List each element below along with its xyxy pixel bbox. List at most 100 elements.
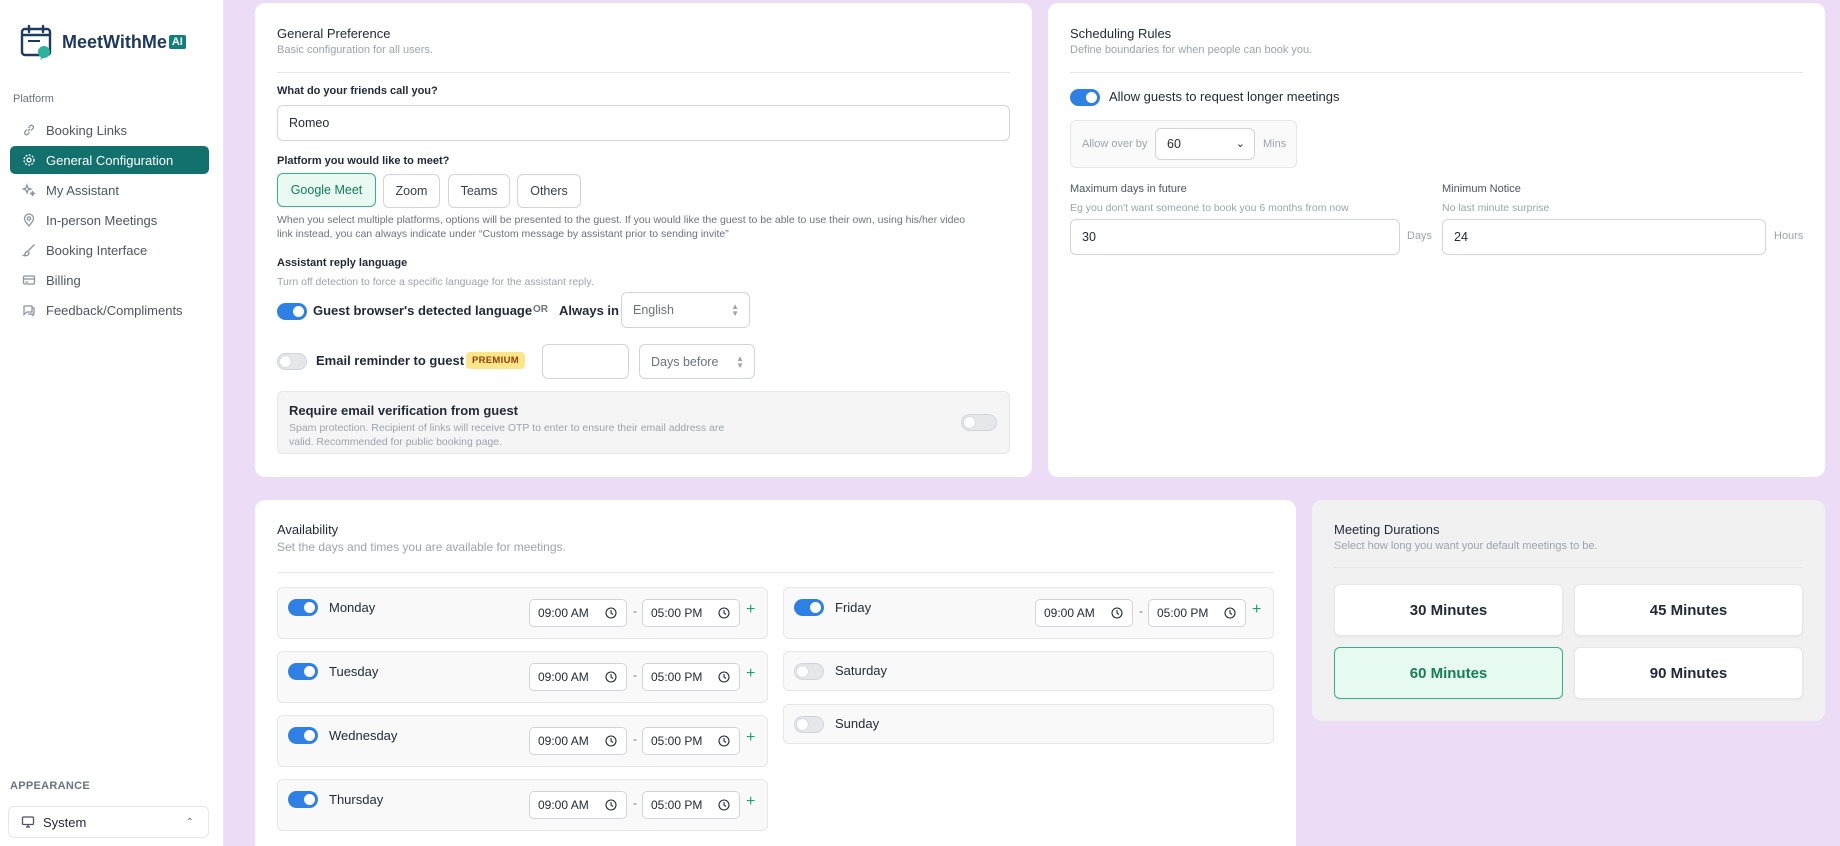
day-row-friday: Friday 09:00 AM - 05:00 PM + [783, 587, 1274, 639]
clock-icon [1224, 607, 1236, 619]
platform-label: Platform you would like to meet? [277, 155, 450, 167]
time-value: 05:00 PM [651, 670, 703, 684]
app-logo[interactable]: MeetWithMe AI [20, 24, 186, 60]
wednesday-start-time[interactable]: 09:00 AM [529, 727, 627, 755]
wednesday-end-time[interactable]: 05:00 PM [642, 727, 740, 755]
day-name: Thursday [329, 792, 384, 807]
day-name: Wednesday [329, 728, 398, 743]
sparkle-icon [22, 183, 36, 197]
sidebar-item-booking-interface[interactable]: Booking Interface [10, 236, 209, 264]
saturday-toggle[interactable] [794, 663, 824, 680]
sidebar-item-in-person-meetings[interactable]: In-person Meetings [10, 206, 209, 234]
time-separator: - [1139, 604, 1143, 618]
link-icon [22, 123, 36, 137]
add-slot-button[interactable]: + [746, 665, 755, 683]
day-name: Sunday [835, 716, 880, 731]
thursday-end-time[interactable]: 05:00 PM [642, 791, 740, 819]
tuesday-end-time[interactable]: 05:00 PM [642, 663, 740, 691]
always-in-label: Always in [559, 303, 619, 318]
longer-meetings-toggle[interactable] [1070, 89, 1100, 106]
max-days-input[interactable]: 30 [1070, 219, 1400, 255]
day-row-thursday: Thursday 09:00 AM - 05:00 PM + [277, 779, 768, 831]
friday-start-time[interactable]: 09:00 AM [1035, 599, 1133, 627]
duration-option-60[interactable]: 60 Minutes [1334, 647, 1563, 699]
email-verification-title: Require email verification from guest [289, 403, 519, 418]
wednesday-toggle[interactable] [288, 727, 318, 744]
general-preference-subtitle: Basic configuration for all users. [277, 44, 433, 56]
add-slot-button[interactable]: + [746, 601, 755, 619]
email-verification-hint-line-2: valid. Recommended for public booking pa… [289, 436, 503, 448]
sidebar-item-my-assistant[interactable]: My Assistant [10, 176, 209, 204]
day-name: Monday [329, 600, 376, 615]
platform-google-meet[interactable]: Google Meet [277, 173, 376, 207]
calendar-logo-icon [20, 24, 52, 60]
email-verification-hint-line-1: Spam protection. Recipient of links will… [289, 422, 725, 434]
platform-teams[interactable]: Teams [448, 174, 510, 208]
max-days-label: Maximum days in future [1070, 183, 1187, 195]
reminder-unit-select[interactable]: Days before ▲ ▼ [639, 344, 755, 379]
notice-label: Minimum Notice [1442, 183, 1521, 195]
friday-toggle[interactable] [794, 599, 824, 616]
day-name: Saturday [835, 663, 888, 678]
duration-option-30[interactable]: 30 Minutes [1334, 584, 1563, 636]
add-slot-button[interactable]: + [746, 729, 755, 747]
availability-subtitle: Set the days and times you are available… [277, 540, 566, 554]
email-reminder-toggle[interactable] [277, 353, 307, 370]
reminder-days-input[interactable] [542, 344, 629, 379]
sunday-toggle[interactable] [794, 716, 824, 733]
clock-icon [605, 735, 617, 747]
monday-start-time[interactable]: 09:00 AM [529, 599, 627, 627]
notice-input[interactable]: 24 [1442, 219, 1766, 255]
platform-zoom[interactable]: Zoom [383, 174, 440, 208]
day-row-monday: Monday 09:00 AM - 05:00 PM + [277, 587, 768, 639]
availability-card: Availability Set the days and times you … [255, 500, 1296, 846]
detect-language-toggle[interactable] [277, 303, 307, 320]
sidebar-item-booking-links[interactable]: Booking Links [10, 116, 209, 144]
time-value: 05:00 PM [1157, 606, 1209, 620]
premium-badge: PREMIUM [466, 352, 525, 369]
appearance-value: System [43, 814, 87, 830]
time-value: 09:00 AM [1044, 606, 1095, 620]
friday-end-time[interactable]: 05:00 PM [1148, 599, 1246, 627]
monday-toggle[interactable] [288, 599, 318, 616]
monitor-icon [21, 816, 35, 828]
clock-icon [605, 671, 617, 683]
clock-icon [718, 607, 730, 619]
day-row-tuesday: Tuesday 09:00 AM - 05:00 PM + [277, 651, 768, 703]
appearance-select[interactable]: System ⌃ [8, 806, 209, 838]
max-days-hint: Eg you don't want someone to book you 6 … [1070, 202, 1349, 214]
clock-icon [605, 799, 617, 811]
add-slot-button[interactable]: + [746, 793, 755, 811]
sidebar-item-label: Booking Links [46, 122, 127, 138]
sidebar: MeetWithMe AI Platform Booking Links Gen… [0, 0, 224, 846]
platform-others[interactable]: Others [517, 174, 581, 208]
allow-over-panel: Allow over by 60 ⌄ Mins [1070, 120, 1297, 168]
brush-icon [22, 243, 36, 257]
app-ai-badge: AI [168, 35, 186, 49]
app-name: MeetWithMe [62, 31, 167, 52]
tuesday-start-time[interactable]: 09:00 AM [529, 663, 627, 691]
chat-icon [22, 303, 36, 317]
name-input[interactable]: Romeo [277, 105, 1010, 141]
tuesday-toggle[interactable] [288, 663, 318, 680]
duration-option-90[interactable]: 90 Minutes [1574, 647, 1803, 699]
thursday-start-time[interactable]: 09:00 AM [529, 791, 627, 819]
email-verification-toggle[interactable] [961, 414, 997, 431]
sidebar-item-feedback[interactable]: Feedback/Compliments [10, 296, 209, 324]
language-select[interactable]: English ▲ ▼ [621, 292, 750, 328]
platform-hint-line-1: When you select multiple platforms, opti… [277, 214, 966, 226]
sidebar-item-label: Billing [46, 272, 81, 288]
email-reminder-label: Email reminder to guest [316, 353, 465, 368]
meeting-durations-title: Meeting Durations [1334, 522, 1440, 537]
sidebar-item-billing[interactable]: Billing [10, 266, 209, 294]
allow-over-unit: Mins [1263, 138, 1287, 150]
thursday-toggle[interactable] [288, 791, 318, 808]
allow-over-select[interactable]: 60 ⌄ [1155, 128, 1255, 160]
add-slot-button[interactable]: + [1252, 601, 1261, 619]
sidebar-item-general-configuration[interactable]: General Configuration [10, 146, 209, 174]
duration-option-45[interactable]: 45 Minutes [1574, 584, 1803, 636]
divider [277, 72, 1010, 73]
chevron-down-icon: ⌄ [1235, 138, 1245, 150]
monday-end-time[interactable]: 05:00 PM [642, 599, 740, 627]
longer-meetings-label: Allow guests to request longer meetings [1109, 89, 1340, 104]
